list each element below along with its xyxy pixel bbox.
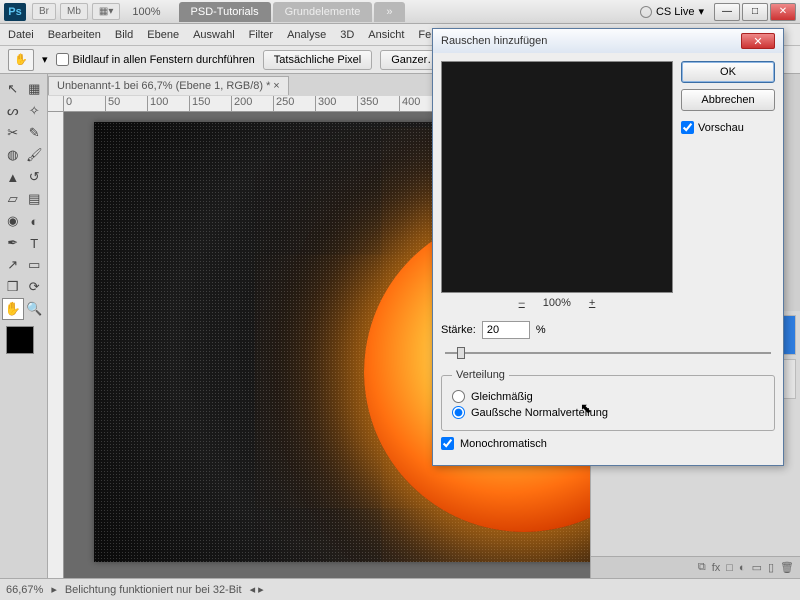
cslive-icon <box>640 6 652 18</box>
maximize-button[interactable]: □ <box>742 3 768 21</box>
minibridge-button[interactable]: Mb <box>60 3 88 20</box>
type-tool[interactable]: T <box>24 232 46 254</box>
screen-mode-button[interactable]: ▦▾ <box>92 3 120 20</box>
blur-tool[interactable]: ◉ <box>2 210 24 232</box>
zoom-tool[interactable]: 🔍 <box>24 298 46 320</box>
strength-label: Stärke: <box>441 324 476 336</box>
zoom-out-button[interactable]: – <box>515 297 529 309</box>
filter-preview[interactable] <box>441 61 673 293</box>
shape-tool[interactable]: ▭ <box>24 254 46 276</box>
workspace-more-button[interactable]: » <box>374 2 404 22</box>
wand-tool[interactable]: ✧ <box>24 100 46 122</box>
document-tab[interactable]: Unbenannt-1 bei 66,7% (Ebene 1, RGB/8) *… <box>48 76 289 95</box>
distribution-uniform-radio[interactable]: Gleichmäßig <box>452 390 764 403</box>
menu-bearbeiten[interactable]: Bearbeiten <box>48 29 101 41</box>
distribution-gaussian-radio[interactable]: Gaußsche Normalverteilung <box>452 406 764 419</box>
dialog-titlebar[interactable]: Rauschen hinzufügen ✕ <box>433 29 783 53</box>
dialog-close-button[interactable]: ✕ <box>741 33 775 49</box>
foreground-color-swatch[interactable] <box>6 326 34 354</box>
app-titlebar: Ps Br Mb ▦▾ 100% PSD-Tutorials Grundelem… <box>0 0 800 24</box>
close-tab-icon[interactable]: × <box>273 80 279 92</box>
menu-bild[interactable]: Bild <box>115 29 133 41</box>
menu-3d[interactable]: 3D <box>340 29 354 41</box>
layers-panel-footer: ⧉ fx □ ◐ ▭ ▯ 🗑 <box>591 556 800 578</box>
fx-icon[interactable]: fx <box>712 562 721 574</box>
status-message: Belichtung funktioniert nur bei 32-Bit <box>65 584 242 596</box>
strength-slider[interactable] <box>441 345 775 361</box>
3d-rotate-tool[interactable]: ⟳ <box>24 276 46 298</box>
toolbox: ↖▦ ᔕ✧ ✂✎ ◍🖌 ▲↺ ▱▤ ◉◐ ✒T ↗▭ ❒⟳ ✋🔍 <box>0 74 48 578</box>
lasso-tool[interactable]: ᔕ <box>2 100 24 122</box>
cancel-button[interactable]: Abbrechen <box>681 89 775 111</box>
preview-checkbox[interactable]: Vorschau <box>681 121 775 134</box>
group-icon[interactable]: ▭ <box>752 561 762 574</box>
pen-tool[interactable]: ✒ <box>2 232 24 254</box>
preview-zoom-level: 100% <box>543 297 571 309</box>
dropdown-icon[interactable]: ▾ <box>698 5 704 18</box>
eraser-tool[interactable]: ▱ <box>2 188 24 210</box>
path-select-tool[interactable]: ↗ <box>2 254 24 276</box>
actual-pixels-button[interactable]: Tatsächliche Pixel <box>263 50 372 70</box>
crop-tool[interactable]: ✂ <box>2 122 24 144</box>
vertical-ruler <box>48 112 64 578</box>
menu-ansicht[interactable]: Ansicht <box>368 29 404 41</box>
marquee-tool[interactable]: ▦ <box>24 78 46 100</box>
add-noise-dialog: Rauschen hinzufügen ✕ – 100% + OK Abbrec… <box>432 28 784 466</box>
zoom-level[interactable]: 66,67% <box>6 584 43 596</box>
new-layer-icon[interactable]: ▯ <box>768 561 774 574</box>
menu-ebene[interactable]: Ebene <box>147 29 179 41</box>
status-bar: 66,67% ▸ Belichtung funktioniert nur bei… <box>0 578 800 600</box>
brush-tool[interactable]: 🖌 <box>24 144 46 166</box>
menu-filter[interactable]: Filter <box>249 29 273 41</box>
eyedropper-tool[interactable]: ✎ <box>24 122 46 144</box>
strength-input[interactable] <box>482 321 530 339</box>
stamp-tool[interactable]: ▲ <box>2 166 24 188</box>
dodge-tool[interactable]: ◐ <box>24 210 46 232</box>
link-icon[interactable]: ⧉ <box>698 561 706 574</box>
bridge-button[interactable]: Br <box>32 3 56 20</box>
adjustment-icon[interactable]: ◐ <box>739 562 746 574</box>
cslive-label[interactable]: CS Live <box>656 6 695 18</box>
menu-auswahl[interactable]: Auswahl <box>193 29 235 41</box>
3d-tool[interactable]: ❒ <box>2 276 24 298</box>
current-tool-icon[interactable]: ✋ <box>8 49 34 71</box>
hand-tool[interactable]: ✋ <box>2 298 24 320</box>
dropdown-icon[interactable]: ▾ <box>42 53 48 66</box>
workspace-tab-grund[interactable]: Grundelemente <box>273 2 373 22</box>
app-logo-icon: Ps <box>4 3 26 21</box>
zoom-in-button[interactable]: + <box>585 297 599 309</box>
workspace-tab-tutorials[interactable]: PSD-Tutorials <box>179 2 271 22</box>
history-brush-tool[interactable]: ↺ <box>24 166 46 188</box>
menu-analyse[interactable]: Analyse <box>287 29 326 41</box>
distribution-group: Verteilung Gleichmäßig Gaußsche Normalve… <box>441 369 775 431</box>
mask-icon[interactable]: □ <box>726 562 733 574</box>
scroll-all-windows-checkbox[interactable]: Bildlauf in allen Fenstern durchführen <box>56 53 255 66</box>
close-button[interactable]: ✕ <box>770 3 796 21</box>
monochromatic-checkbox[interactable]: Monochromatisch <box>441 437 775 450</box>
ok-button[interactable]: OK <box>681 61 775 83</box>
move-tool[interactable]: ↖ <box>2 78 24 100</box>
heal-tool[interactable]: ◍ <box>2 144 24 166</box>
minimize-button[interactable]: — <box>714 3 740 21</box>
trash-icon[interactable]: 🗑 <box>780 561 794 574</box>
zoom-readout[interactable]: 100% <box>132 6 160 18</box>
menu-datei[interactable]: Datei <box>8 29 34 41</box>
gradient-tool[interactable]: ▤ <box>24 188 46 210</box>
dialog-title: Rauschen hinzufügen <box>441 35 547 47</box>
